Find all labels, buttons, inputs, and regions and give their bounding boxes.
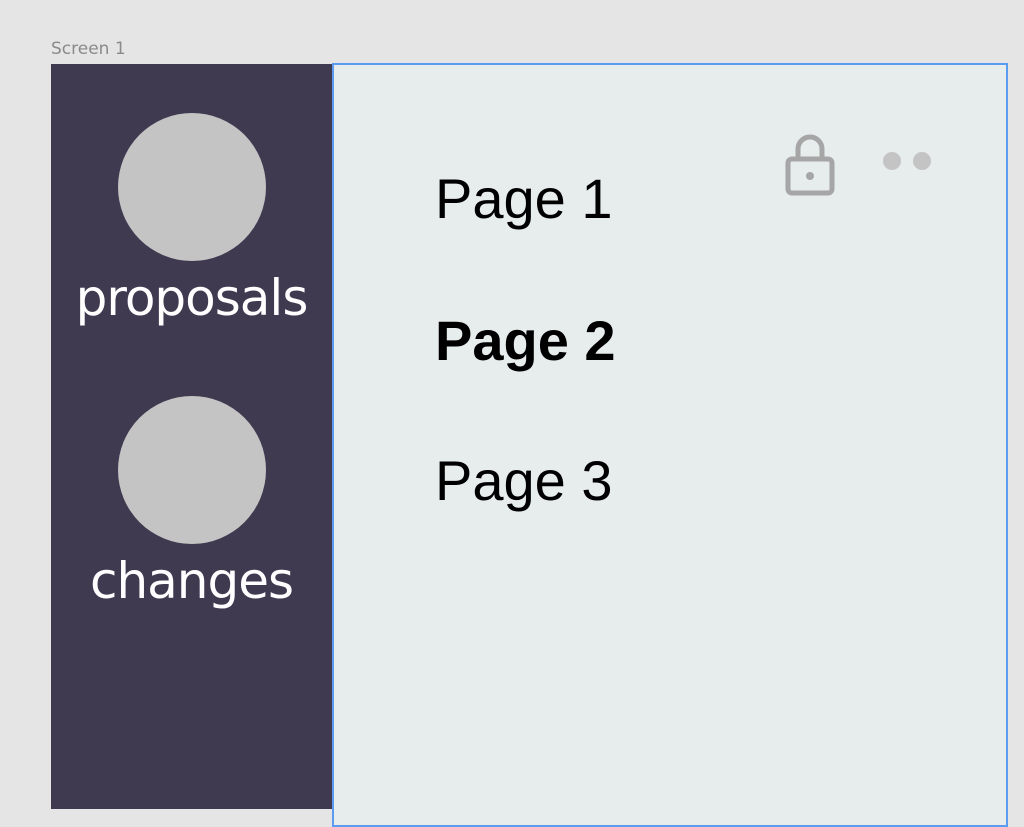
more-icon[interactable] [882,151,934,171]
proposals-avatar[interactable] [118,113,266,261]
changes-avatar[interactable] [118,396,266,544]
page-item-2[interactable]: Page 2 [435,309,616,373]
page-item-3[interactable]: Page 3 [435,449,613,513]
sidebar-item-changes[interactable]: changes [51,551,332,611]
sidebar-item-proposals[interactable]: proposals [51,268,332,328]
pages-panel: Page 1 Page 2 Page 3 [332,63,1008,827]
page-item-1[interactable]: Page 1 [435,167,613,231]
sidebar: proposals changes [51,64,332,809]
frame-label: Screen 1 [51,39,126,59]
lock-icon[interactable] [784,129,836,197]
